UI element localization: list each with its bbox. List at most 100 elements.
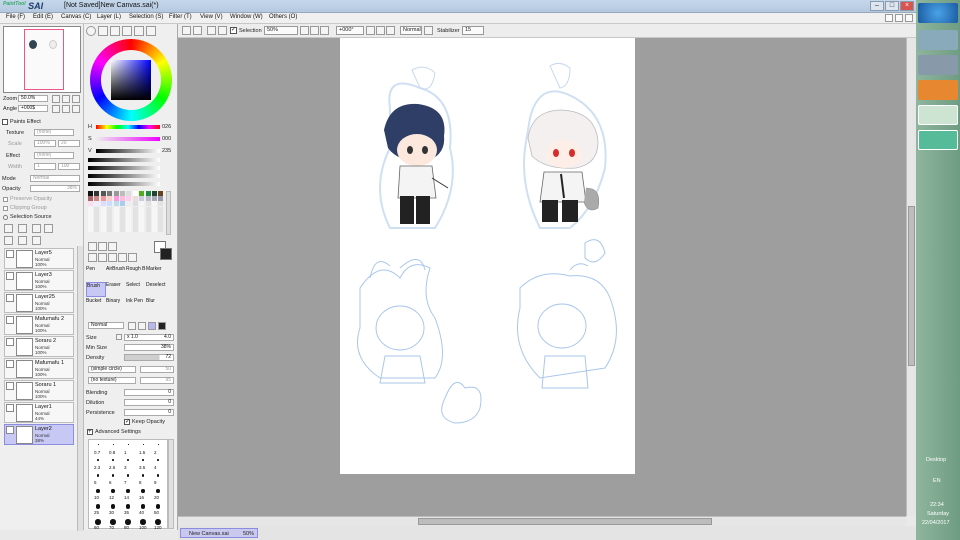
menu-view[interactable]: View (V)	[200, 14, 223, 20]
delete-layer-icon[interactable]	[44, 224, 53, 233]
canvas-document[interactable]	[340, 38, 635, 474]
effect-strength-field[interactable]: 100	[58, 163, 80, 170]
tool-eraser[interactable]: Eraser	[106, 282, 126, 297]
layer-item[interactable]: Soraru 2 Normal 100%	[4, 336, 74, 357]
brush-mode-select[interactable]: Normal	[88, 322, 124, 329]
layer-item[interactable]: Layer2 Normal 38%	[4, 424, 74, 445]
vertical-scroll-thumb[interactable]	[908, 206, 915, 366]
effect-width-field[interactable]: 1	[34, 163, 56, 170]
layer-item[interactable]: Layer1 Normal 44%	[4, 402, 74, 423]
nav-rotate-left-icon[interactable]	[52, 105, 60, 113]
menu-others[interactable]: Others (O)	[269, 14, 297, 20]
selection-checkbox[interactable]: ✓	[230, 27, 237, 34]
brush-size-preset[interactable]	[141, 489, 145, 493]
eyedropper-icon[interactable]	[128, 253, 137, 262]
saturation-slider[interactable]	[96, 137, 160, 141]
hue-slider[interactable]	[96, 125, 160, 129]
language-indicator[interactable]: EN	[933, 478, 941, 484]
taskbar-app-explorer[interactable]	[918, 30, 958, 50]
selection-source-radio[interactable]	[3, 215, 8, 220]
size-preset-scrollbar[interactable]	[168, 439, 174, 529]
layer-visibility-icon[interactable]	[6, 294, 14, 302]
brush-size-preset[interactable]	[96, 489, 100, 493]
advanced-settings-toggle[interactable]: +	[87, 429, 93, 435]
doc-close-button[interactable]	[905, 14, 913, 22]
brush-size-preset[interactable]	[95, 504, 101, 509]
nav-zoom-in-icon[interactable]	[62, 95, 70, 103]
menu-window[interactable]: Window (W)	[230, 14, 263, 20]
brush-size-preset[interactable]	[126, 489, 130, 493]
brush-shape-sharp-icon[interactable]	[128, 322, 136, 330]
tool-airbrush[interactable]: AirBrush	[106, 266, 126, 281]
brush-texture-select[interactable]: (no texture)	[88, 377, 136, 384]
doc-restore-button[interactable]	[895, 14, 903, 22]
merge-down-icon[interactable]	[18, 236, 27, 245]
effect-select[interactable]: (none)	[34, 152, 74, 159]
texture-scale-field[interactable]: 100%	[34, 140, 56, 147]
nav-zoom-out-icon[interactable]	[52, 95, 60, 103]
taskbar-app-media[interactable]	[918, 80, 958, 100]
menu-layer[interactable]: Layer (L)	[97, 14, 121, 20]
transfer-down-icon[interactable]	[4, 236, 13, 245]
layer-visibility-icon[interactable]	[6, 426, 14, 434]
brush-size-preset[interactable]	[110, 519, 116, 525]
keep-opacity-checkbox[interactable]: ✓	[124, 419, 130, 425]
rotate-reset-icon[interactable]	[386, 26, 395, 35]
brush-size-preset[interactable]	[156, 489, 160, 493]
brush-size-preset[interactable]	[111, 489, 115, 493]
rect-select-icon[interactable]	[88, 242, 97, 251]
zoom-out-icon[interactable]	[300, 26, 309, 35]
menu-selection[interactable]: Selection (S)	[129, 14, 163, 20]
color-swatch[interactable]	[100, 227, 106, 233]
brush-size-preset[interactable]	[111, 474, 115, 477]
rotate-left-icon[interactable]	[366, 26, 375, 35]
new-folder-icon[interactable]	[32, 224, 41, 233]
tool-deselect[interactable]: Deselect	[146, 282, 166, 297]
horizontal-scroll-thumb[interactable]	[418, 518, 712, 525]
layer-item[interactable]: Soraru 1 Normal 100%	[4, 380, 74, 401]
blend-mode-select[interactable]: Normal	[400, 26, 422, 35]
layer-item[interactable]: Mafumafu 1 Normal 100%	[4, 358, 74, 379]
brush-size-preset[interactable]	[110, 504, 116, 509]
brush-size-preset[interactable]	[155, 504, 161, 509]
close-button[interactable]: ×	[900, 1, 914, 11]
tool-bucket[interactable]: Bucket	[86, 298, 106, 313]
color-swatches[interactable]	[88, 191, 166, 233]
persistence-slider[interactable]: 0	[124, 409, 174, 416]
tool-brush[interactable]: Brush	[86, 282, 106, 297]
tool-marker[interactable]: Marker	[146, 266, 166, 281]
angle-select[interactable]: +000°	[336, 26, 364, 35]
color-swatch[interactable]	[132, 227, 138, 233]
lasso-icon[interactable]	[98, 242, 107, 251]
layer-item[interactable]: Layer25 Normal 100%	[4, 292, 74, 313]
invert-selection-icon[interactable]	[218, 26, 227, 35]
swatch-scrollbar[interactable]	[166, 191, 171, 235]
color-wheel-mode-icon[interactable]	[86, 26, 96, 36]
menu-filter[interactable]: Filter (T)	[169, 14, 192, 20]
menu-canvas[interactable]: Canvas (C)	[61, 14, 91, 20]
blending-slider[interactable]: 0	[124, 389, 174, 396]
preserve-opacity-checkbox[interactable]	[3, 197, 8, 202]
rotate-tool-icon[interactable]	[108, 253, 117, 262]
scratchpad-mode-icon[interactable]	[146, 26, 156, 36]
desktop-label[interactable]: Desktop	[926, 457, 946, 463]
layer-visibility-icon[interactable]	[6, 316, 14, 324]
zoom-select[interactable]: 50%	[264, 26, 298, 35]
tool-select[interactable]: Select	[126, 282, 146, 297]
clear-layer-icon[interactable]	[32, 236, 41, 245]
brush-size-preset[interactable]	[126, 474, 130, 477]
clipping-group-checkbox[interactable]	[3, 206, 8, 211]
deselect-icon[interactable]	[207, 26, 216, 35]
brush-size-preset[interactable]	[95, 519, 101, 525]
layer-scrollbar[interactable]	[77, 246, 83, 531]
tool-binary[interactable]: Binary	[106, 298, 126, 313]
size-slider[interactable]: x 1.0 4.0	[124, 334, 174, 341]
color-swatch[interactable]	[120, 227, 125, 233]
brush-shape-soft-icon[interactable]	[148, 322, 156, 330]
undo-icon[interactable]	[182, 26, 191, 35]
layer-visibility-icon[interactable]	[6, 272, 14, 280]
taskbar-app-sai[interactable]	[918, 130, 958, 150]
color-swatch[interactable]	[88, 227, 93, 233]
document-tab[interactable]: New Canvas.sai 50%	[180, 528, 258, 538]
brush-size-preset[interactable]	[156, 474, 160, 477]
